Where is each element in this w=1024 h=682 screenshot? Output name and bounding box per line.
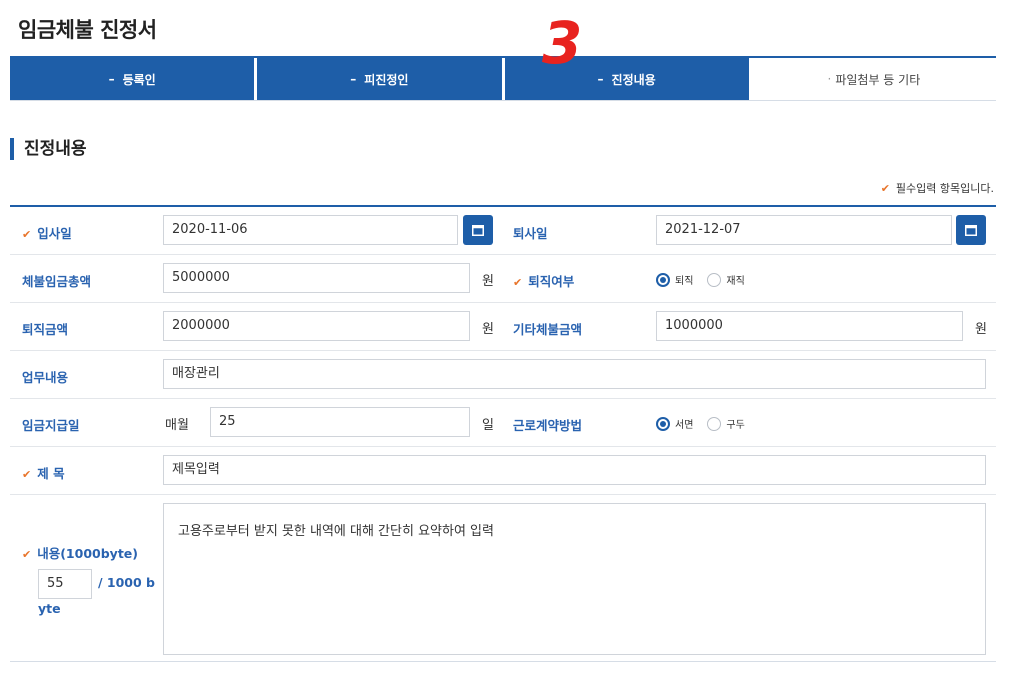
- unpaid-total-input[interactable]: 5000000: [163, 263, 470, 293]
- check-icon: ✔: [22, 228, 32, 241]
- check-icon: ✔: [22, 548, 32, 561]
- form-row: ✔ 제 목 제목입력: [10, 447, 996, 495]
- form-row: 퇴직금액 2000000 원 기타체불금액 1000000 원: [10, 303, 996, 351]
- subject-label-text: 제 목: [37, 466, 65, 481]
- pay-day-label: 임금지급일: [22, 418, 80, 433]
- severance-label: 퇴직금액: [22, 322, 69, 337]
- resigned-radio-group: 퇴직 재직: [656, 272, 759, 287]
- section-title: 진정내용: [10, 138, 87, 160]
- form-row: ✔ 입사일 2020-11-06 퇴사일 2021-12-07: [10, 207, 996, 255]
- dot-icon: ·: [827, 72, 832, 86]
- hire-date-input[interactable]: 2020-11-06: [163, 215, 458, 245]
- day-unit: 일: [482, 418, 494, 433]
- hire-date-label: ✔ 입사일: [22, 223, 72, 242]
- subject-input[interactable]: 제목입력: [163, 455, 986, 485]
- contract-method-label: 근로계약방법: [513, 418, 583, 433]
- tab-label: 피진정인: [364, 72, 409, 87]
- form-row: ✔ 내용(1000byte) 55 / 1000 b yte 고용주로부터 받지 …: [10, 495, 996, 661]
- other-unpaid-label: 기타체불금액: [513, 322, 583, 337]
- required-note-text: 필수입력 항목입니다.: [895, 182, 994, 195]
- tab-label: 진정내용: [611, 72, 656, 87]
- resigned-label: ✔ 퇴직여부: [513, 271, 574, 290]
- step-tabs: – 등록인 – 피진정인 – 진정내용 · 파일첨부 등 기타: [10, 56, 996, 101]
- calendar-icon: [472, 224, 484, 236]
- unpaid-total-label: 체불임금총액: [22, 274, 92, 289]
- radio-employed[interactable]: [707, 272, 722, 287]
- tab-label: 등록인: [122, 72, 156, 87]
- tab-attachments-etc[interactable]: · 파일첨부 등 기타: [751, 58, 996, 100]
- tab-label: 파일첨부 등 기타: [835, 72, 921, 87]
- radio-label: 서면: [675, 420, 694, 431]
- currency-unit: 원: [482, 274, 494, 289]
- form-row: 임금지급일 매월 25 일 근로계약방법 서면 구두: [10, 399, 996, 447]
- check-icon: ✔: [880, 182, 890, 195]
- form-row: 업무내용 매장관리: [10, 351, 996, 399]
- contract-method-radio-group: 서면 구두: [656, 416, 759, 431]
- form-row: 체불임금총액 5000000 원 ✔ 퇴직여부 퇴직 재직: [10, 255, 996, 303]
- byte-counter-max: / 1000 b: [98, 575, 156, 590]
- content-label-text: 내용(1000byte): [37, 546, 138, 561]
- severance-input[interactable]: 2000000: [163, 311, 470, 341]
- calendar-icon: [965, 224, 977, 236]
- other-unpaid-input[interactable]: 1000000: [656, 311, 963, 341]
- radio-label: 퇴직: [675, 276, 694, 287]
- currency-unit: 원: [482, 322, 494, 337]
- radio-verbal[interactable]: [707, 416, 722, 431]
- resign-date-input[interactable]: 2021-12-07: [656, 215, 952, 245]
- pay-day-prefix: 매월: [165, 418, 189, 433]
- hire-date-calendar-button[interactable]: [463, 215, 493, 245]
- content-textarea[interactable]: 고용주로부터 받지 못한 내역에 대해 간단히 요약하여 입력: [163, 503, 986, 655]
- page-title: 임금체불 진정서: [18, 18, 157, 42]
- job-input[interactable]: 매장관리: [163, 359, 986, 389]
- step-number-annotation: 3: [542, 9, 583, 77]
- check-icon: ✔: [22, 468, 32, 481]
- dash-icon: –: [350, 72, 357, 86]
- check-icon: ✔: [513, 276, 523, 289]
- resigned-label-text: 퇴직여부: [528, 274, 575, 289]
- resign-date-label: 퇴사일: [513, 226, 548, 241]
- resign-date-calendar-button[interactable]: [956, 215, 986, 245]
- required-note: ✔ 필수입력 항목입니다.: [881, 180, 994, 196]
- dash-icon: –: [597, 72, 604, 86]
- pay-day-input[interactable]: 25: [210, 407, 470, 437]
- byte-counter-max-wrap: yte: [38, 601, 61, 616]
- hire-date-label-text: 입사일: [37, 226, 72, 241]
- radio-written[interactable]: [656, 416, 670, 431]
- content-label: ✔ 내용(1000byte): [22, 543, 138, 562]
- job-label: 업무내용: [22, 370, 69, 385]
- radio-resigned[interactable]: [656, 272, 670, 287]
- subject-label: ✔ 제 목: [22, 463, 65, 482]
- tab-registrant[interactable]: – 등록인: [10, 58, 258, 100]
- radio-label: 재직: [726, 276, 745, 287]
- byte-counter-input[interactable]: 55: [38, 569, 92, 599]
- dash-icon: –: [108, 72, 115, 86]
- tab-respondent[interactable]: – 피진정인: [257, 58, 505, 100]
- radio-label: 구두: [726, 420, 745, 431]
- currency-unit: 원: [975, 322, 987, 337]
- petition-form: ✔ 입사일 2020-11-06 퇴사일 2021-12-07 체불임금총액 50…: [10, 205, 996, 662]
